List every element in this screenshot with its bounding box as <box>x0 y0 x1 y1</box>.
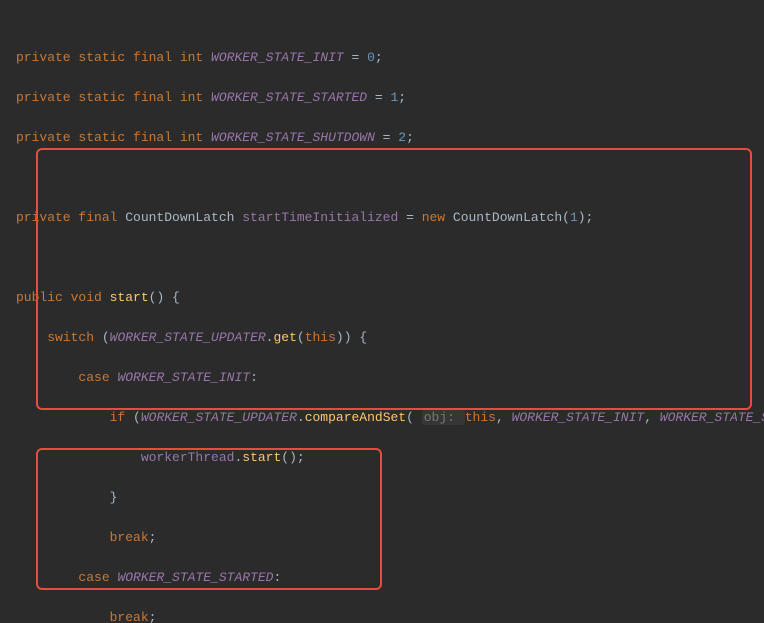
code-line: private final CountDownLatch startTimeIn… <box>0 208 764 228</box>
code-line: public void start() { <box>0 288 764 308</box>
param-hint: obj: <box>422 410 465 425</box>
code-editor[interactable]: private static final int WORKER_STATE_IN… <box>0 0 764 623</box>
code-line: private static final int WORKER_STATE_ST… <box>0 88 764 108</box>
code-line <box>0 248 764 268</box>
code-line: workerThread.start(); <box>0 448 764 468</box>
code-line: } <box>0 488 764 508</box>
code-line: break; <box>0 608 764 623</box>
code-line: break; <box>0 528 764 548</box>
code-line: if (WORKER_STATE_UPDATER.compareAndSet( … <box>0 408 764 428</box>
code-line <box>0 168 764 188</box>
code-line: case WORKER_STATE_STARTED: <box>0 568 764 588</box>
code-line: private static final int WORKER_STATE_SH… <box>0 128 764 148</box>
code-line: switch (WORKER_STATE_UPDATER.get(this)) … <box>0 328 764 348</box>
code-line: case WORKER_STATE_INIT: <box>0 368 764 388</box>
code-line: private static final int WORKER_STATE_IN… <box>0 48 764 68</box>
